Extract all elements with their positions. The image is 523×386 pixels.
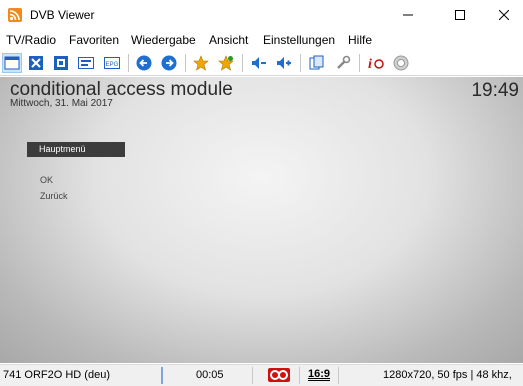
toolbar-separator [128,54,129,72]
menu-ansicht[interactable]: Ansicht [209,33,248,47]
favorite-add-button[interactable] [216,53,236,73]
menu-bar: TV/Radio Favoriten Wiedergabe Ansicht Ei… [0,30,523,50]
teletext-icon [54,56,68,70]
status-time: 00:05 [196,369,224,381]
tools-button[interactable] [333,53,353,73]
epg-button[interactable]: EPG [102,53,122,73]
toolbar-separator [242,54,243,72]
menu-favoriten[interactable]: Favoriten [69,33,119,47]
osd-item-back[interactable]: Zurück [40,191,68,201]
osd-icon [78,57,94,69]
menu-einstellungen[interactable]: Einstellungen [263,33,335,47]
forward-button[interactable] [159,53,179,73]
record-icon [393,55,409,71]
epg-label: EPG [106,62,119,68]
maximize-icon [455,10,465,20]
close-icon [499,10,509,20]
toolbar: EPG i [0,50,523,76]
title-bar: DVB Viewer [0,0,523,30]
rss-app-icon [8,8,22,22]
video-display[interactable]: conditional access module Mittwoch, 31. … [0,77,523,363]
copy-button[interactable] [307,53,327,73]
menu-hilfe[interactable]: Hilfe [348,33,372,47]
menu-wiedergabe[interactable]: Wiedergabe [131,33,196,47]
status-channel: 741 ORF2O HD (deu) [3,369,110,381]
forward-icon [161,55,177,71]
status-divider [161,367,163,384]
fullscreen-button[interactable] [26,53,46,73]
info-button[interactable]: i [366,53,386,73]
toolbar-separator [359,54,360,72]
favorite-add-icon [218,55,234,71]
back-icon [136,55,152,71]
toolbar-separator [185,54,186,72]
favorite-button[interactable] [191,53,211,73]
osd-item-ok[interactable]: OK [40,175,53,185]
window-mode-button[interactable] [2,53,22,73]
minimize-icon [403,14,413,16]
minimize-button[interactable] [385,0,431,30]
window-title: DVB Viewer [30,8,95,22]
copy-icon [309,55,324,70]
status-divider [252,367,253,384]
favorite-icon [193,55,209,71]
svg-text:i: i [368,57,372,71]
record-button[interactable] [391,53,411,73]
status-divider [338,367,339,384]
toolbar-separator [300,54,301,72]
status-aspect: 16:9 [308,368,331,381]
volume-down-button[interactable] [249,53,269,73]
close-button[interactable] [481,0,523,30]
status-bar: 741 ORF2O HD (deu) 00:05 16:9 1280x720, … [0,364,523,386]
volume-up-icon [277,57,291,69]
status-divider [299,367,300,384]
fullscreen-icon [29,56,43,70]
tools-icon [337,55,351,69]
osd-clock: 19:49 [471,80,519,101]
osd-menu-header[interactable]: Hauptmenü [27,142,125,157]
osd-button[interactable] [76,53,96,73]
dolby-icon [268,368,290,385]
status-video-info: 1280x720, 50 fps | 48 khz, [383,369,512,381]
back-button[interactable] [134,53,154,73]
menu-tv-radio[interactable]: TV/Radio [6,33,56,47]
maximize-button[interactable] [437,0,483,30]
osd-date: Mittwoch, 31. Mai 2017 [10,98,113,109]
window-mode-icon [4,56,20,70]
volume-up-button[interactable] [274,53,294,73]
volume-down-icon [252,57,266,69]
epg-icon: EPG [104,57,120,69]
info-icon: i [368,57,384,71]
teletext-button[interactable] [51,53,71,73]
